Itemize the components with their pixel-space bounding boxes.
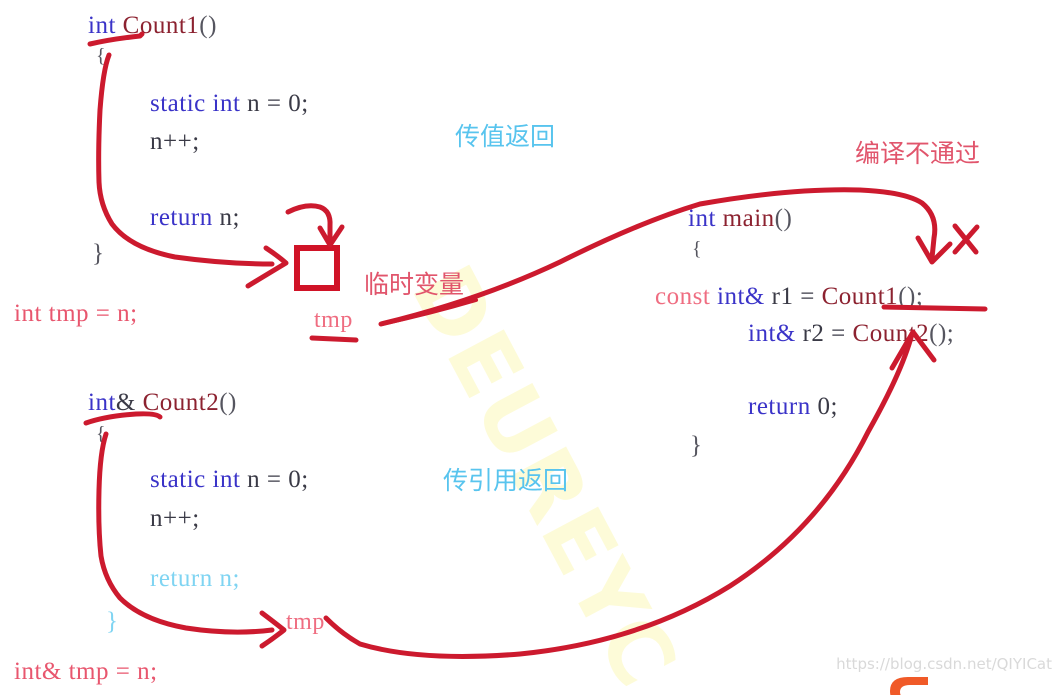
count2-increment-text: n++;	[150, 505, 200, 532]
csdn-url-watermark: https://blog.csdn.net/QIYICat	[836, 655, 1052, 673]
count2-static-line: static int n = 0;	[150, 466, 309, 494]
main-return-keyword: return	[748, 393, 811, 420]
count1-close-brace-text: }	[92, 240, 105, 267]
cross-mark-stroke-1	[952, 223, 979, 255]
csdn-logo	[884, 673, 1034, 695]
count1-body-brace-stroke	[96, 52, 275, 267]
count2-body-brace-stroke	[96, 431, 275, 635]
count2-open-brace-text: {	[96, 423, 107, 445]
label-value-return: 传值返回	[455, 122, 556, 151]
main-r2-line: int& r2 = Count2();	[748, 320, 954, 348]
count2-to-tmp-arrowhead	[259, 610, 287, 649]
count1-call-arrowhead	[915, 235, 953, 265]
count1-static-line: static int n = 0;	[150, 90, 309, 118]
count2-signature-ampersand: &	[115, 389, 136, 416]
main-r1-assign: r1 =	[764, 283, 822, 310]
main-r1-line: const int& r1 = Count1();	[655, 283, 923, 311]
count2-static-keyword: static int	[150, 466, 241, 493]
temp-variable-box	[294, 245, 340, 291]
count2-static-rest: n = 0;	[240, 466, 309, 493]
count1-return-keyword: return	[150, 204, 213, 231]
main-return-rest: 0;	[810, 393, 838, 420]
main-signature: int main()	[688, 205, 792, 233]
main-r2-assign: r2 =	[795, 320, 853, 347]
return-n-to-temp-arrowhead	[317, 224, 345, 248]
count1-open-brace: {	[96, 45, 106, 67]
main-r1-tail: ();	[898, 283, 924, 310]
label-tmp-top-text: tmp	[314, 307, 353, 333]
count1-signature-parens: ()	[199, 12, 217, 39]
main-r2-type: int&	[748, 320, 796, 347]
value-return-expansion-text: int tmp = n;	[14, 300, 138, 327]
main-close-brace-text: }	[690, 432, 703, 459]
count1-increment-text: n++;	[150, 128, 200, 155]
count1-to-temp-arrowhead	[245, 245, 289, 289]
count2-return-line: return n;	[150, 565, 240, 593]
count1-static-keyword: static int	[150, 90, 241, 117]
count1-return-rest: n;	[212, 204, 240, 231]
return-n-to-temp-hook	[285, 203, 333, 246]
label-temp-variable: 临时变量	[364, 270, 465, 299]
main-r1-call-count1: Count1	[821, 283, 899, 310]
main-r2-call-count2: Count2	[852, 320, 930, 347]
reference-return-expansion-text: int& tmp = n;	[14, 658, 158, 685]
cross-mark-stroke-2	[952, 224, 980, 255]
main-r1-type: int&	[710, 283, 765, 310]
count2-signature: int& Count2()	[88, 389, 237, 417]
count2-increment-line: n++;	[150, 505, 200, 533]
count1-static-rest: n = 0;	[240, 90, 309, 117]
main-signature-parens: ()	[774, 205, 793, 232]
count2-return-keyword: return	[150, 565, 213, 592]
count2-return-rest: n;	[212, 565, 240, 592]
whiteboard-canvas: DEUREYC int Count1() { static int n = 0;…	[0, 0, 1060, 695]
main-r1-const-keyword: const	[655, 283, 711, 310]
label-tmp-bottom-text: tmp	[286, 609, 325, 635]
label-tmp-bottom: tmp	[286, 609, 325, 635]
count1-signature-keyword: int	[88, 12, 116, 39]
label-reference-return: 传引用返回	[443, 466, 569, 495]
count2-signature-name: Count2	[135, 389, 220, 416]
count2-close-brace: }	[106, 608, 119, 636]
count1-signature: int Count1()	[88, 12, 217, 40]
label-compile-fail: 编译不通过	[855, 139, 981, 168]
count2-signature-keyword: int	[88, 389, 116, 416]
reference-return-expansion: int& tmp = n;	[14, 658, 158, 686]
main-close-brace: }	[690, 432, 703, 460]
count2-close-brace-text: }	[106, 608, 119, 635]
count1-open-brace-text: {	[96, 45, 107, 67]
count1-signature-name: Count1	[115, 12, 200, 39]
main-open-brace-text: {	[692, 238, 703, 260]
main-open-brace: {	[692, 238, 702, 260]
main-signature-keyword: int	[688, 205, 716, 232]
main-return-line: return 0;	[748, 393, 838, 421]
count1-close-brace: }	[92, 240, 105, 268]
value-return-expansion: int tmp = n;	[14, 300, 138, 328]
label-tmp-top: tmp	[314, 307, 353, 333]
csdn-logo-c-shape	[890, 677, 928, 695]
count2-signature-parens: ()	[219, 389, 237, 416]
main-r2-tail: ();	[929, 320, 955, 347]
count2-open-brace: {	[96, 423, 106, 445]
main-signature-name: main	[715, 205, 775, 232]
csdn-logo-icon	[890, 677, 928, 695]
count1-return-line: return n;	[150, 204, 240, 232]
count1-increment-line: n++;	[150, 128, 200, 156]
